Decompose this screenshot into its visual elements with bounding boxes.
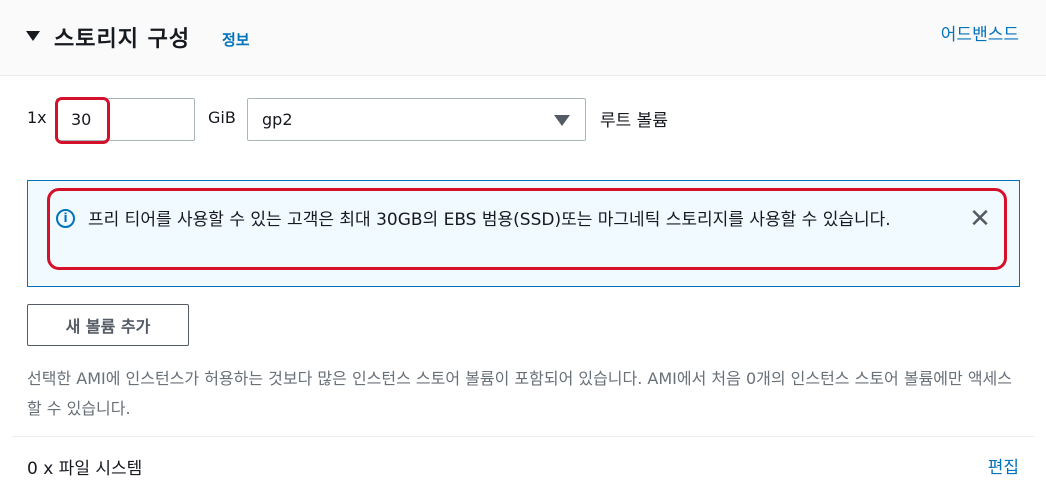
collapse-caret-icon[interactable] (26, 31, 40, 41)
volume-multiplier: 1x (27, 108, 47, 127)
root-volume-label: 루트 볼륨 (600, 111, 668, 131)
file-systems-label: 0 x 파일 시스템 (27, 459, 143, 479)
instance-store-note: 선택한 AMI에 인스턴스가 허용하는 것보다 많은 인스턴스 스토어 볼륨이 … (27, 369, 1012, 418)
volume-unit: GiB (208, 108, 236, 127)
info-link[interactable]: 정보 (222, 29, 250, 50)
volume-type-value: gp2 (262, 110, 293, 129)
info-icon: i (56, 209, 75, 228)
dropdown-arrow-icon (554, 115, 570, 126)
divider (12, 436, 1034, 437)
section-title: 스토리지 구성 (54, 27, 191, 52)
volume-type-select[interactable]: gp2 (247, 98, 586, 141)
storage-config-header: 스토리지 구성 정보 어드밴스드 (0, 0, 1046, 76)
root-volume-row: 1x GiB gp2 루트 볼륨 (0, 98, 1046, 142)
add-volume-button[interactable]: 새 볼륨 추가 (27, 304, 189, 346)
close-icon[interactable]: ✕ (968, 206, 992, 232)
alert-text: 프리 티어를 사용할 수 있는 고객은 최대 30GB의 EBS 범용(SSD)… (88, 210, 891, 230)
volume-size-input[interactable] (56, 98, 195, 141)
edit-link[interactable]: 편집 (988, 453, 1019, 478)
advanced-link[interactable]: 어드밴스드 (941, 20, 1019, 45)
